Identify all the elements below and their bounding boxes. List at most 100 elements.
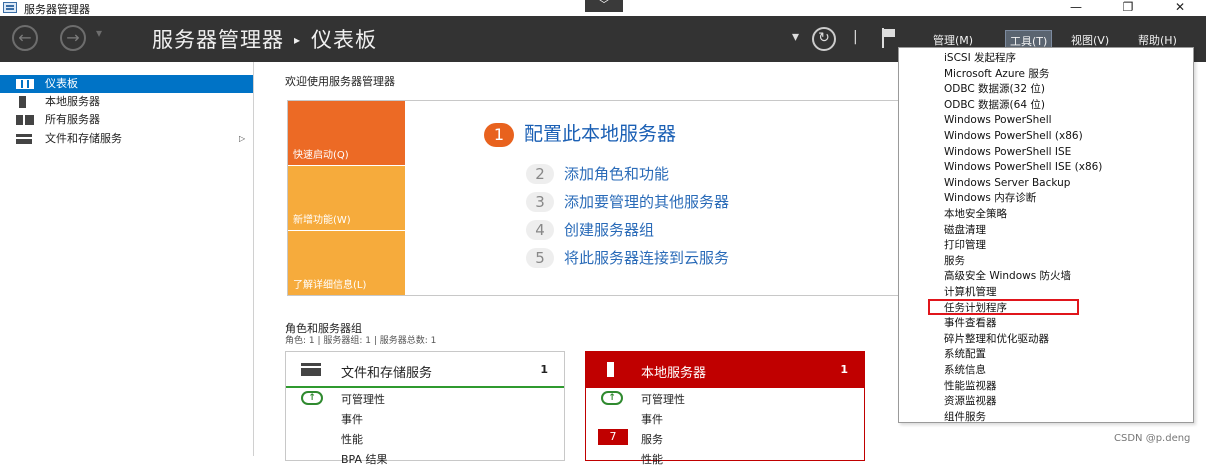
breadcrumb-separator-icon: ▸ (294, 33, 302, 47)
card-row-bpa[interactable]: BPA 结果 (341, 451, 388, 467)
notifications-flag-icon[interactable] (880, 28, 898, 48)
tools-menu-item[interactable]: 碎片整理和优化驱动器 (944, 332, 1049, 347)
tools-menu-item[interactable]: 打印管理 (944, 238, 986, 253)
card-header[interactable]: 文件和存储服务 1 (286, 352, 564, 388)
tile-quick-start[interactable]: 快速启动(Q) (288, 101, 405, 165)
step-create-server-group[interactable]: 4 创建服务器组 (526, 219, 654, 240)
card-row-manageability[interactable]: 可管理性 (341, 391, 385, 407)
tools-menu-item[interactable]: Windows 内存诊断 (944, 191, 1036, 206)
history-dropdown-icon[interactable]: ▾ (96, 26, 102, 40)
tools-menu-item[interactable]: 服务 (944, 254, 965, 269)
dashboard-icon (16, 79, 34, 89)
card-count: 1 (840, 363, 848, 376)
tools-menu-item[interactable]: Windows PowerShell ISE (x86) (944, 160, 1102, 175)
card-title: 文件和存储服务 (341, 366, 433, 381)
back-button[interactable]: ← (12, 25, 38, 51)
header-dropdown-icon[interactable]: ▾ (792, 29, 799, 45)
minimize-button[interactable]: — (1056, 0, 1096, 16)
tools-menu-item[interactable]: 磁盘清理 (944, 223, 986, 238)
tile-learn-more[interactable]: 了解详细信息(L) (288, 231, 405, 295)
tools-menu-item[interactable]: Windows Server Backup (944, 176, 1070, 191)
forward-arrow-icon: → (66, 28, 80, 47)
card-row-performance[interactable]: 性能 (341, 431, 363, 447)
card-row-events[interactable]: 事件 (641, 411, 663, 427)
card-title: 本地服务器 (641, 366, 707, 381)
step-link[interactable]: 创建服务器组 (564, 221, 654, 239)
tools-menu-item[interactable]: ODBC 数据源(64 位) (944, 98, 1045, 113)
card-row-manageability[interactable]: 可管理性 (641, 391, 685, 407)
step-link[interactable]: 添加角色和功能 (564, 165, 669, 183)
tools-menu-item[interactable]: 系统配置 (944, 347, 986, 362)
role-card-local-server[interactable]: 本地服务器 1 ↑ 可管理性 事件 7 服务 性能 (585, 351, 865, 466)
step-link[interactable]: 添加要管理的其他服务器 (564, 193, 729, 211)
tools-menu-item[interactable]: iSCSI 发起程序 (944, 51, 1016, 66)
expand-arrow-icon[interactable]: ▷ (239, 130, 245, 148)
tools-menu-item[interactable]: Windows PowerShell (x86) (944, 129, 1083, 144)
tools-menu-item[interactable]: 任务计划程序 (944, 301, 1007, 316)
title-center-button[interactable]: ﹀ (585, 0, 623, 12)
step-number-badge: 3 (526, 192, 554, 212)
step-number-badge: 1 (484, 122, 514, 147)
refresh-icon[interactable]: ↻ (812, 27, 836, 51)
window-titlebar: 服务器管理器 ﹀ — ❐ ✕ (0, 0, 1206, 16)
maximize-button[interactable]: ❐ (1108, 0, 1148, 16)
tools-menu-item[interactable]: 性能监视器 (944, 379, 997, 394)
step-link[interactable]: 将此服务器连接到云服务 (564, 249, 729, 267)
tile-label: 了解详细信息(L) (293, 280, 367, 291)
breadcrumb-current: 仪表板 (311, 28, 378, 52)
card-header[interactable]: 本地服务器 1 (586, 352, 864, 388)
step-link[interactable]: 配置此本地服务器 (524, 123, 676, 145)
server-icon (607, 362, 614, 377)
tools-menu-item[interactable]: Windows PowerShell (944, 113, 1052, 128)
tile-whats-new[interactable]: 新增功能(W) (288, 166, 405, 230)
step-configure-local-server[interactable]: 1 配置此本地服务器 (484, 119, 676, 147)
sidebar-item-label: 本地服务器 (45, 95, 100, 108)
close-button[interactable]: ✕ (1160, 0, 1200, 16)
tools-menu-item[interactable]: 计算机管理 (944, 285, 997, 300)
step-add-servers[interactable]: 3 添加要管理的其他服务器 (526, 191, 729, 212)
ok-status-icon: ↑ (601, 391, 623, 405)
tools-menu-item[interactable]: 高级安全 Windows 防火墙 (944, 269, 1071, 284)
card-row-events[interactable]: 事件 (341, 411, 363, 427)
window-title: 服务器管理器 (24, 3, 90, 16)
sidebar-item-dashboard[interactable]: 仪表板 (0, 75, 253, 93)
tools-dropdown-menu: iSCSI 发起程序 Microsoft Azure 服务 ODBC 数据源(32 … (898, 47, 1194, 423)
alert-count-badge: 7 (598, 429, 628, 445)
watermark: CSDN @p.deng (1114, 433, 1191, 444)
server-manager-app-icon (3, 2, 17, 13)
sidebar-item-all-servers[interactable]: 所有服务器 (0, 111, 253, 129)
tools-menu-item[interactable]: 事件查看器 (944, 316, 997, 331)
tools-menu-item[interactable]: ODBC 数据源(32 位) (944, 82, 1045, 97)
sidebar-item-file-storage[interactable]: 文件和存储服务 ▷ (0, 130, 253, 148)
card-row-services[interactable]: 服务 (641, 431, 663, 447)
step-number-badge: 4 (526, 220, 554, 240)
tools-menu-item[interactable]: 组件服务 (944, 410, 986, 425)
roles-section-summary: 角色: 1 | 服务器组: 1 | 服务器总数: 1 (285, 336, 437, 346)
forward-button[interactable]: → (60, 25, 86, 51)
ok-status-icon: ↑ (301, 391, 323, 405)
step-add-roles[interactable]: 2 添加角色和功能 (526, 163, 669, 184)
card-row-performance[interactable]: 性能 (641, 451, 663, 467)
sidebar-item-local-server[interactable]: 本地服务器 (0, 93, 253, 111)
sidebar-item-label: 仪表板 (45, 77, 78, 90)
tools-menu-item[interactable]: 系统信息 (944, 363, 986, 378)
storage-icon (16, 134, 32, 144)
tools-menu-item[interactable]: 本地安全策略 (944, 207, 1007, 222)
sidebar-item-label: 所有服务器 (45, 113, 100, 126)
tools-menu-item[interactable]: Microsoft Azure 服务 (944, 67, 1049, 82)
sidebar: 仪表板 本地服务器 所有服务器 文件和存储服务 ▷ (0, 62, 254, 456)
step-number-badge: 2 (526, 164, 554, 184)
tools-menu-item[interactable]: Windows PowerShell ISE (944, 145, 1071, 160)
welcome-title: 欢迎使用服务器管理器 (285, 75, 395, 88)
tile-label: 快速启动(Q) (293, 150, 349, 161)
sidebar-item-label: 文件和存储服务 (45, 132, 122, 145)
breadcrumb-root[interactable]: 服务器管理器 (152, 28, 284, 52)
card-count: 1 (540, 363, 548, 376)
storage-icon (301, 363, 321, 376)
servers-icon (16, 115, 34, 125)
step-number-badge: 5 (526, 248, 554, 268)
tile-label: 新增功能(W) (293, 215, 351, 226)
role-card-file-storage[interactable]: 文件和存储服务 1 ↑ 可管理性 事件 性能 BPA 结果 (285, 351, 565, 466)
step-connect-cloud[interactable]: 5 将此服务器连接到云服务 (526, 247, 729, 268)
tools-menu-item[interactable]: 资源监视器 (944, 394, 997, 409)
